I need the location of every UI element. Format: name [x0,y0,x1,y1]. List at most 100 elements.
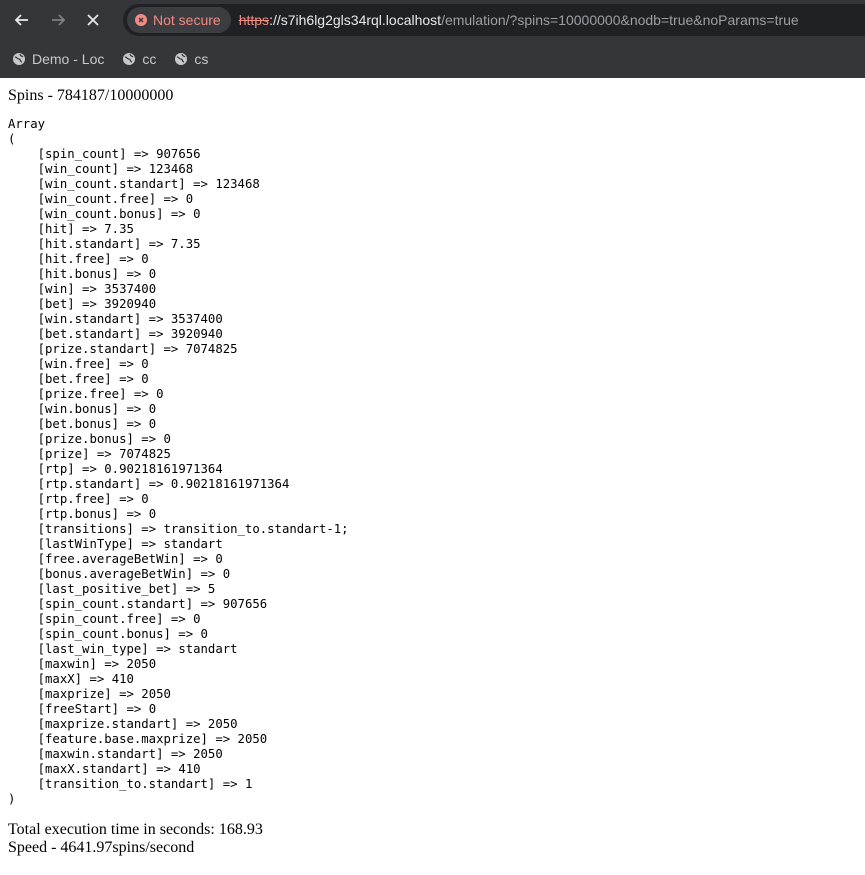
security-indicator[interactable]: Not secure [127,7,231,33]
array-entry: [win.bonus] => 0 [8,402,157,416]
entry-key: bet [45,297,68,311]
entry-key: win_count.free [45,192,149,206]
array-entry: [maxwin] => 2050 [8,657,157,671]
bookmark-demo-loc[interactable]: Demo - Loc [12,51,104,67]
url-path: /emulation/?spins=10000000&nodb=true&noP… [441,12,799,28]
url-scheme: https [238,12,270,28]
entry-value: 123468 [148,162,194,176]
stop-loading-button[interactable] [79,6,107,34]
entry-value: 0 [200,627,208,641]
entry-value: 2050 [207,717,238,731]
entry-key: win.free [45,357,105,371]
forward-button[interactable] [44,6,72,34]
execution-time: Total execution time in seconds: 168.93 [8,821,263,838]
entry-key: prize [45,447,83,461]
entry-value: 0 [163,432,171,446]
entry-value: 1 [244,777,253,791]
entry-value: 7.35 [170,237,201,251]
entry-key: maxprize [45,687,105,701]
spins-progress: Spins - 784187/10000000 [8,87,174,104]
entry-value: 0 [156,387,164,401]
entry-value: 5 [207,582,216,596]
bookmark-cc[interactable]: cc [122,51,156,67]
entry-key: rtp.free [45,492,105,506]
entry-key: bet.standart [45,327,134,341]
entry-key: lastWinType [45,537,127,551]
array-entry: [win] => 3537400 [8,282,157,296]
arrow-left-icon [14,14,28,26]
entry-key: maxwin.standart [45,747,157,761]
entry-value: 0.90218161971364 [170,477,290,491]
array-entry: [bet.free] => 0 [8,372,149,386]
entry-value: 0 [215,552,223,566]
paren-open: ( [8,132,16,146]
array-entry: [spin_count.standart] => 907656 [8,597,268,611]
entry-key: win_count.bonus [45,207,157,221]
entry-key: rtp.bonus [45,507,112,521]
entry-value: 3920940 [104,297,157,311]
entry-key: maxwin [45,657,90,671]
entry-value: 0 [148,267,157,281]
warning-icon [135,14,147,26]
entry-value: 907656 [222,597,268,611]
entry-key: bonus.averageBetWin [45,567,186,581]
entry-value: 0 [222,567,231,581]
array-entry: [spin_count.bonus] => 0 [8,627,208,641]
entry-key: last_win_type [45,642,142,656]
entry-value: 0 [148,417,157,431]
array-entry: [last_win_type] => standart [8,642,238,656]
array-entry: [last_positive_bet] => 5 [8,582,216,596]
array-entry: [lastWinType] => standart [8,537,223,551]
entry-key: spin_count.standart [45,597,186,611]
array-entry: [win_count.bonus] => 0 [8,207,201,221]
array-entry: [hit.free] => 0 [8,252,149,266]
array-entry: [rtp] => 0.90218161971364 [8,462,223,476]
array-entry: [maxprize] => 2050 [8,687,171,701]
entry-key: last_positive_bet [45,582,171,596]
bookmark-label: cs [194,51,209,67]
array-entry: [hit.bonus] => 0 [8,267,157,281]
browser-chrome: Not secure https://s7ih6lg2gls34rql.loca… [0,0,865,78]
entry-value: standart [163,537,223,551]
entry-value: 0 [193,612,201,626]
array-entry: [maxprize.standart] => 2050 [8,717,238,731]
entry-value: 2050 [237,732,268,746]
array-entry: [rtp.free] => 0 [8,492,149,506]
array-entry: [win.free] => 0 [8,357,149,371]
entry-key: win_count [45,162,112,176]
array-entry: [win_count.standart] => 123468 [8,177,260,191]
page-content: Spins - 784187/10000000 Array( [spin_cou… [0,78,865,857]
array-entry: [prize.standart] => 7074825 [8,342,238,356]
entry-key: transitions [45,522,127,536]
array-entry: [free.averageBetWin] => 0 [8,552,223,566]
entry-key: win.bonus [45,402,112,416]
entry-key: prize.free [45,387,120,401]
entry-value: 3537400 [104,282,157,296]
bookmark-label: cc [142,51,157,67]
array-label: Array [8,117,46,131]
entry-key: rtp.standart [45,477,134,491]
entry-key: freeStart [45,702,112,716]
bookmark-cs[interactable]: cs [174,51,208,67]
array-entry: [maxX] => 410 [8,672,134,686]
entry-key: free.averageBetWin [45,552,179,566]
entry-value: 7074825 [119,447,171,461]
entry-key: win [45,282,68,296]
entry-value: 0 [148,507,157,521]
array-entry: [bet.bonus] => 0 [8,417,157,431]
url-text[interactable]: https://s7ih6lg2gls34rql.localhost/emula… [239,12,799,28]
entry-value: 0 [141,372,149,386]
entry-value: 0 [141,252,149,266]
entry-value: 0 [141,492,149,506]
back-button[interactable] [8,6,36,34]
array-dump: Array( [spin_count] => 907656 [win_count… [8,117,857,807]
entry-key: win_count.standart [45,177,179,191]
entry-key: rtp [45,462,68,476]
array-entry: [maxwin.standart] => 2050 [8,747,223,761]
address-bar[interactable]: Not secure https://s7ih6lg2gls34rql.loca… [123,4,865,36]
entry-value: 0.90218161971364 [104,462,223,476]
entry-value: standart [178,642,238,656]
entry-value: 410 [111,672,134,686]
entry-key: hit.standart [45,237,134,251]
globe-icon [123,53,136,65]
